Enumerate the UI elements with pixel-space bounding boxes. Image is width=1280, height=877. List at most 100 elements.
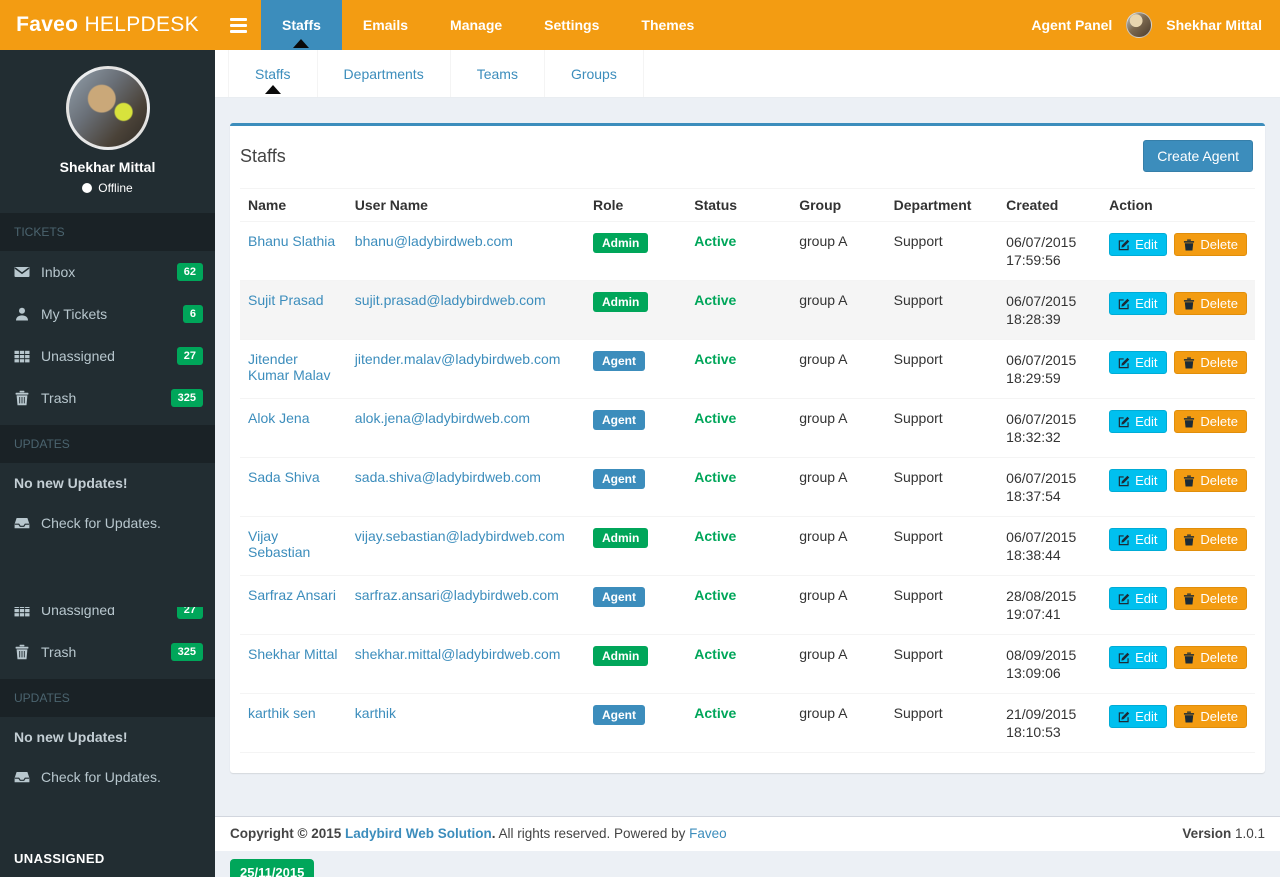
staff-username-link[interactable]: sada.shiva@ladybirdweb.com: [355, 469, 541, 485]
sidebar-item-check-for-updates[interactable]: Check for Updates.: [0, 503, 215, 543]
column-header-status: Status: [686, 188, 792, 222]
role-badge: Agent: [592, 705, 645, 725]
staff-username-link[interactable]: shekhar.mittal@ladybirdweb.com: [355, 646, 561, 662]
subnav-tab-groups[interactable]: Groups: [545, 50, 644, 97]
sidebar-user-avatar: [65, 66, 150, 150]
delete-button[interactable]: Delete: [1174, 233, 1247, 256]
edit-button[interactable]: Edit: [1109, 351, 1167, 374]
count-badge: 27: [176, 347, 203, 365]
sidebar-menu-secondary: Unassigned 27 Trash 325 UPDATES No new Up…: [0, 589, 215, 797]
sidebar-item-trash[interactable]: Trash 325: [0, 377, 215, 419]
sidebar-item-my-tickets[interactable]: My Tickets 6: [0, 293, 215, 335]
edit-button[interactable]: Edit: [1109, 528, 1167, 551]
staff-name-link[interactable]: Sada Shiva: [248, 469, 320, 485]
sidebar-item-inbox[interactable]: Inbox 62: [0, 251, 215, 293]
staff-username-link[interactable]: alok.jena@ladybirdweb.com: [355, 410, 530, 426]
status-text: Active: [694, 587, 737, 603]
edit-button[interactable]: Edit: [1109, 410, 1167, 433]
staff-name-link[interactable]: Shekhar Mittal: [248, 646, 337, 662]
role-badge: Agent: [592, 587, 645, 607]
pencil-icon: [1118, 298, 1130, 310]
delete-button[interactable]: Delete: [1174, 528, 1247, 551]
staff-username-link[interactable]: karthik: [355, 705, 396, 721]
create-agent-button[interactable]: Create Agent: [1143, 140, 1253, 172]
sidebar-item-unassigned[interactable]: Unassigned 27: [0, 607, 215, 631]
staff-username-link[interactable]: jitender.malav@ladybirdweb.com: [355, 351, 561, 367]
delete-label: Delete: [1200, 473, 1238, 488]
created-date: 28/08/2015: [1006, 588, 1077, 604]
column-header-department: Department: [885, 188, 999, 222]
table-row: Vijay Sebastian vijay.sebastian@ladybird…: [240, 516, 1255, 576]
staff-username-link[interactable]: bhanu@ladybirdweb.com: [355, 233, 513, 249]
delete-button[interactable]: Delete: [1174, 587, 1247, 610]
staff-name-link[interactable]: Vijay Sebastian: [248, 528, 310, 560]
staff-username-link[interactable]: sujit.prasad@ladybirdweb.com: [355, 292, 546, 308]
company-link[interactable]: Ladybird Web Solution: [345, 826, 492, 841]
app-logo[interactable]: Faveo HELPDESK: [0, 0, 215, 50]
edit-button[interactable]: Edit: [1109, 233, 1167, 256]
staff-name-link[interactable]: Bhanu Slathia: [248, 233, 335, 249]
created-time: 18:37:54: [1006, 488, 1061, 504]
status-label: Offline: [98, 181, 133, 195]
edit-button[interactable]: Edit: [1109, 705, 1167, 728]
staff-name-link[interactable]: Jitender Kumar Malav: [248, 351, 330, 383]
staff-name-link[interactable]: Sujit Prasad: [248, 292, 323, 308]
column-header-action: Action: [1101, 188, 1255, 222]
sidebar-menu-primary: TICKETS Inbox 62 My Tickets 6 Unassigned…: [0, 213, 215, 543]
sidebar-item-label: My Tickets: [41, 306, 108, 322]
staff-username-link[interactable]: vijay.sebastian@ladybirdweb.com: [355, 528, 565, 544]
navbar-user-avatar[interactable]: [1126, 12, 1153, 38]
delete-button[interactable]: Delete: [1174, 351, 1247, 374]
status-text: Active: [694, 528, 737, 544]
copyright-text: Copyright © 2015 Ladybird Web Solution. …: [230, 826, 727, 841]
sidebar-item-trash[interactable]: Trash 325: [0, 631, 215, 673]
staff-name-link[interactable]: karthik sen: [248, 705, 316, 721]
delete-button[interactable]: Delete: [1174, 705, 1247, 728]
timeline-date-badge: 25/11/2015: [230, 859, 315, 877]
created-time: 17:59:56: [1006, 252, 1061, 268]
top-nav-tab-emails[interactable]: Emails: [342, 0, 429, 50]
edit-label: Edit: [1135, 591, 1158, 606]
sidebar-item-check-for-updates[interactable]: Check for Updates.: [0, 757, 215, 797]
edit-button[interactable]: Edit: [1109, 587, 1167, 610]
delete-button[interactable]: Delete: [1174, 469, 1247, 492]
role-badge: Admin: [592, 233, 649, 253]
trashSmall-icon: [1183, 533, 1195, 546]
top-nav-tab-settings[interactable]: Settings: [523, 0, 620, 50]
navbar-user-name-link[interactable]: Shekhar Mittal: [1166, 17, 1262, 33]
top-nav-tab-staffs[interactable]: Staffs: [261, 0, 342, 50]
edit-button[interactable]: Edit: [1109, 292, 1167, 315]
sidebar-item-label: Unassigned: [41, 348, 115, 364]
timeline: 25/11/2015: [215, 851, 1280, 877]
staff-username-link[interactable]: sarfraz.ansari@ladybirdweb.com: [355, 587, 559, 603]
delete-button[interactable]: Delete: [1174, 292, 1247, 315]
sidebar-item-unassigned[interactable]: Unassigned 27: [0, 335, 215, 377]
top-nav-tab-themes[interactable]: Themes: [620, 0, 715, 50]
tab-label: Groups: [570, 65, 617, 82]
tab-label: Emails: [362, 17, 409, 33]
delete-button[interactable]: Delete: [1174, 646, 1247, 669]
sidebar-section-header: UPDATES: [0, 425, 215, 463]
group-text: group A: [799, 646, 848, 662]
sidebar-text-item: No new Updates!: [14, 729, 128, 745]
edit-button[interactable]: Edit: [1109, 646, 1167, 669]
staff-name-link[interactable]: Alok Jena: [248, 410, 309, 426]
created-date: 06/07/2015: [1006, 411, 1077, 427]
staff-name-link[interactable]: Sarfraz Ansari: [248, 587, 336, 603]
agent-panel-link[interactable]: Agent Panel: [1031, 17, 1112, 33]
trashSmall-icon: [1183, 238, 1195, 251]
edit-button[interactable]: Edit: [1109, 469, 1167, 492]
hamburger-menu-icon[interactable]: [215, 0, 261, 50]
sidebar-user-status[interactable]: Offline: [10, 181, 205, 195]
subnav-tab-staffs[interactable]: Staffs: [228, 50, 318, 97]
product-link[interactable]: Faveo: [689, 826, 727, 841]
user-icon: [14, 306, 31, 322]
subnav-tab-departments[interactable]: Departments: [318, 50, 451, 97]
brand-regular: HELPDESK: [84, 13, 199, 36]
column-header-name: Name: [240, 188, 347, 222]
created-date: 06/07/2015: [1006, 529, 1077, 545]
top-nav-tab-manage[interactable]: Manage: [429, 0, 523, 50]
subnav-tab-teams[interactable]: Teams: [451, 50, 545, 97]
table-row: Alok Jena alok.jena@ladybirdweb.com Agen…: [240, 398, 1255, 458]
delete-button[interactable]: Delete: [1174, 410, 1247, 433]
